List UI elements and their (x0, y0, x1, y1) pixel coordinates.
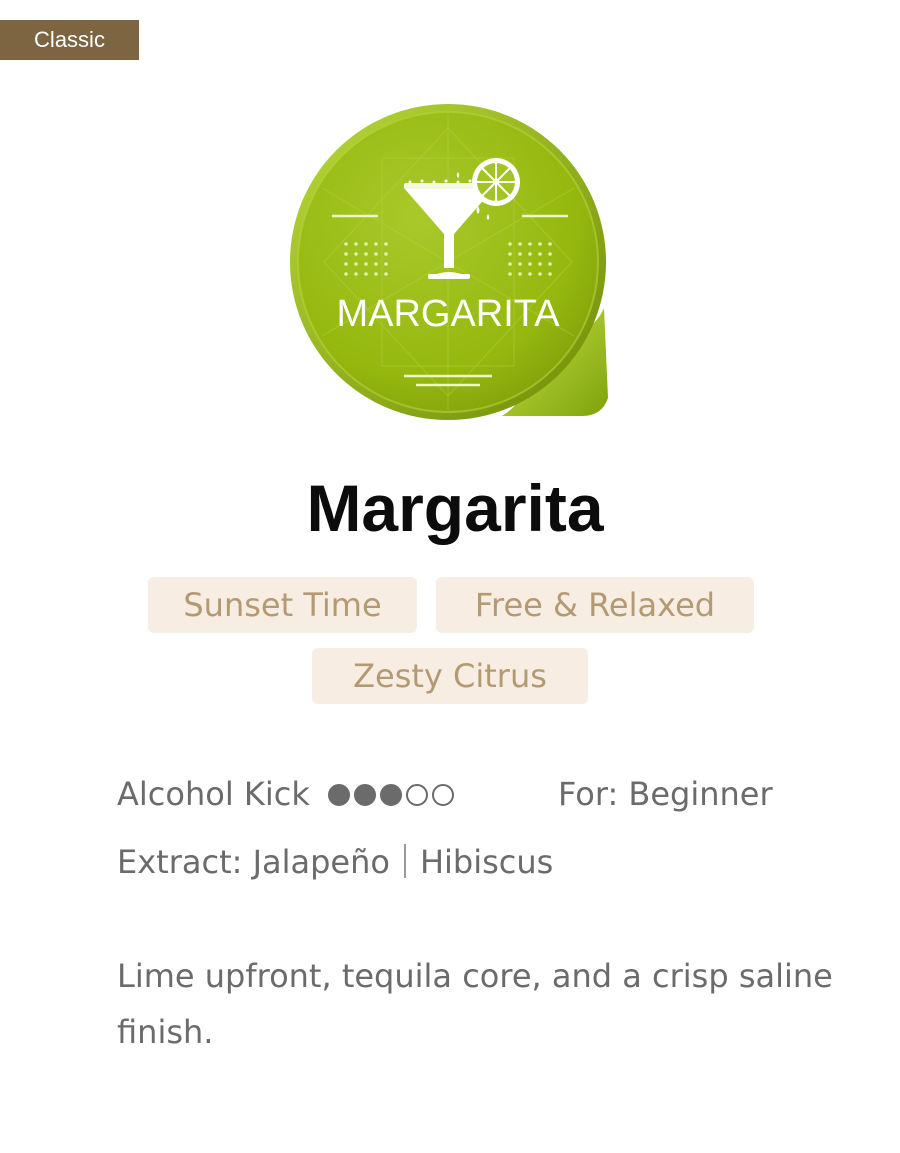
alcohol-kick-row: Alcohol Kick (117, 775, 458, 813)
for-level: For: Beginner (558, 775, 773, 813)
rating-dot (354, 784, 377, 806)
capsule-label: MARGARITA (336, 293, 560, 335)
extract-row: Extract: Jalapeño Hibiscus (117, 843, 553, 881)
alcohol-kick-rating (328, 775, 458, 813)
extract-label: Extract: Jalapeño (117, 843, 390, 881)
rating-dot (328, 784, 351, 806)
lime-wheel-icon (472, 158, 520, 206)
category-badge: Classic (0, 20, 139, 60)
tag-free-relaxed: Free & Relaxed (436, 577, 754, 633)
rating-dot (432, 784, 455, 806)
capsule-svg: MARGARITA (290, 104, 608, 420)
drink-title: Margarita (306, 471, 604, 545)
extract-second: Hibiscus (419, 843, 554, 881)
tag-zesty-citrus: Zesty Citrus (312, 648, 588, 704)
rating-dot (406, 784, 429, 806)
extract-separator (403, 844, 406, 878)
tag-sunset-time: Sunset Time (148, 577, 417, 633)
rating-dot (380, 784, 403, 806)
alcohol-kick-label: Alcohol Kick (117, 775, 310, 813)
capsule-image: MARGARITA (282, 98, 618, 428)
drink-description: Lime upfront, tequila core, and a crisp … (117, 957, 833, 1051)
